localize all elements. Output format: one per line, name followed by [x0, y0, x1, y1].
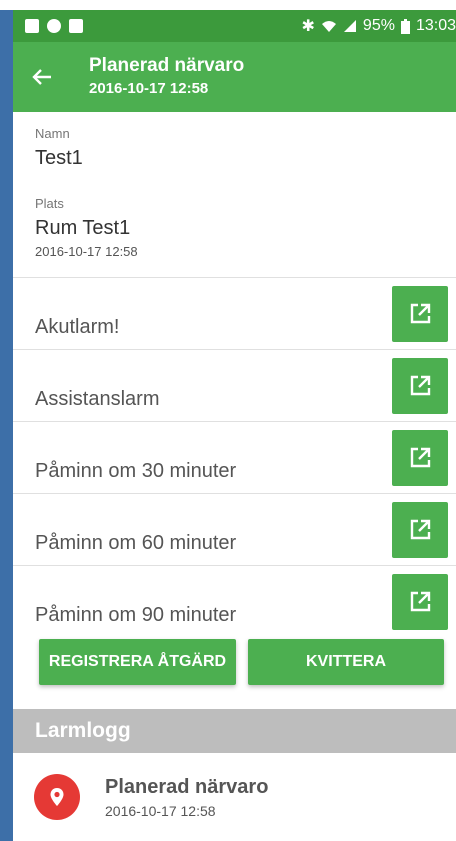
acknowledge-button[interactable]: KVITTERA	[248, 639, 444, 685]
open-alarm-button[interactable]	[392, 358, 448, 414]
device-frame-left	[0, 0, 13, 841]
open-alarm-button[interactable]	[392, 502, 448, 558]
back-button[interactable]	[13, 66, 71, 88]
open-in-new-icon	[410, 375, 431, 396]
open-alarm-button[interactable]	[392, 286, 448, 342]
app-screen: ✱ 95% 13:03 Planerad närvaro 2016-10-17 …	[13, 10, 456, 841]
open-in-new-icon	[410, 447, 431, 468]
location-pin-avatar	[34, 774, 80, 820]
log-list-item[interactable]: Planerad närvaro 2016-10-17 12:58	[13, 753, 456, 841]
battery-percent: 95%	[362, 17, 395, 34]
log-item-title: Planerad närvaro	[105, 775, 269, 798]
open-in-new-icon	[410, 591, 431, 612]
location-pin-icon	[50, 788, 64, 806]
alarm-row-akutlarm: Akutlarm!	[13, 278, 456, 350]
place-date: 2016-10-17 12:58	[35, 244, 138, 259]
wifi-icon	[321, 21, 336, 32]
register-action-button[interactable]: REGISTRERA ÅTGÄRD	[39, 639, 236, 685]
status-bar: ✱ 95% 13:03	[13, 10, 456, 42]
name-label: Namn	[35, 126, 70, 141]
alarm-row-reminder-60: Påminn om 60 minuter	[13, 494, 456, 566]
page-subtitle: 2016-10-17 12:58	[89, 80, 209, 97]
log-item-date: 2016-10-17 12:58	[105, 802, 216, 819]
name-field: Namn Test1	[13, 112, 456, 170]
app-bar-titles: Planerad närvaro 2016-10-17 12:58	[89, 55, 244, 99]
place-label: Plats	[35, 196, 64, 211]
battery-icon	[400, 18, 410, 34]
alarm-row-reminder-30: Påminn om 30 minuter	[13, 422, 456, 494]
device-frame-top	[0, 0, 456, 10]
open-alarm-button[interactable]	[392, 574, 448, 630]
action-buttons: REGISTRERA ÅTGÄRD KVITTERA	[13, 627, 456, 697]
alarm-label: Påminn om 60 minuter	[35, 532, 237, 554]
status-system-icons: ✱ 95% 13:03	[302, 16, 456, 36]
name-value: Test1	[35, 147, 83, 169]
alarm-label: Påminn om 90 minuter	[35, 604, 237, 626]
place-value: Rum Test1	[35, 217, 131, 239]
app-bar: Planerad närvaro 2016-10-17 12:58	[13, 42, 456, 112]
alarm-label: Assistanslarm	[35, 388, 160, 410]
page-title: Planerad närvaro	[89, 55, 245, 76]
alarm-list: Akutlarm! Assistanslarm Påminn om 30 min…	[13, 277, 456, 637]
app-notification-icon	[47, 19, 61, 33]
place-field: Plats Rum Test1 2016-10-17 12:58	[13, 170, 456, 259]
bluetooth-icon: ✱	[301, 18, 315, 35]
alarm-label: Påminn om 30 minuter	[35, 460, 237, 482]
alarm-log-header: Larmlogg	[13, 709, 456, 753]
clock: 13:03	[415, 17, 456, 34]
status-notification-icons	[25, 19, 83, 33]
alarm-row-assistanslarm: Assistanslarm	[13, 350, 456, 422]
mail-icon	[25, 19, 39, 33]
briefcase-icon	[69, 19, 83, 33]
signal-icon	[343, 20, 356, 32]
arrow-left-icon	[32, 69, 51, 85]
log-item-texts: Planerad närvaro 2016-10-17 12:58	[105, 776, 268, 819]
open-alarm-button[interactable]	[392, 430, 448, 486]
alarm-label: Akutlarm!	[35, 316, 120, 338]
open-in-new-icon	[410, 303, 431, 324]
open-in-new-icon	[410, 519, 431, 540]
